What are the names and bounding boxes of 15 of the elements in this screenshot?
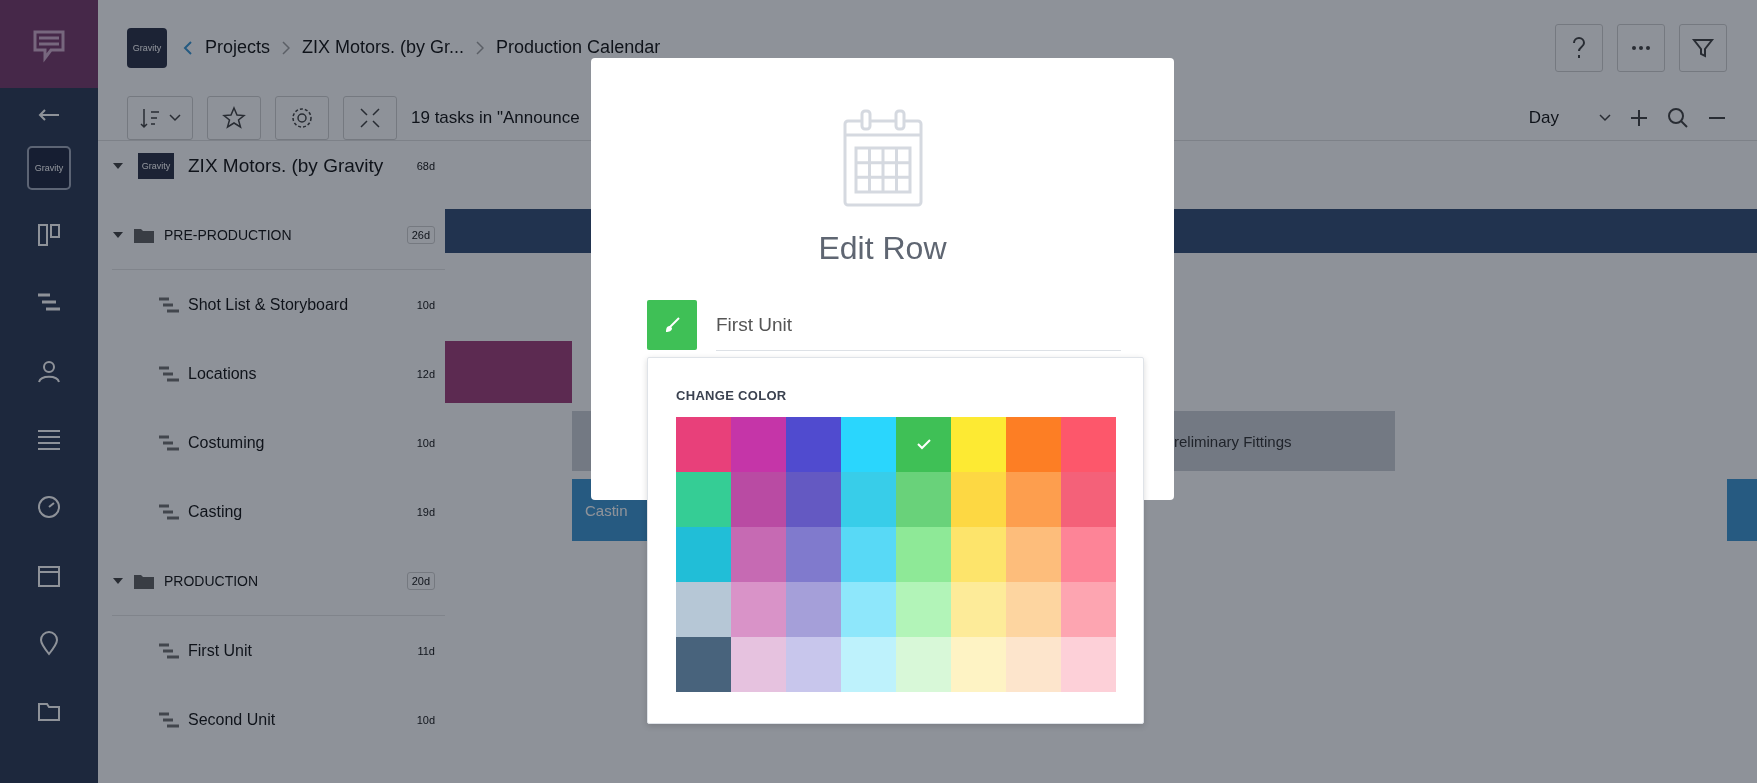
project-name: ZIX Motors. (by Gravity bbox=[188, 155, 384, 177]
task-count: 19 tasks in "Announce bbox=[411, 107, 580, 128]
duration-label: 20d bbox=[406, 571, 435, 590]
duration-label: 26d bbox=[406, 225, 435, 244]
duration-label: 10d bbox=[416, 298, 435, 311]
project-logo: Gravity bbox=[127, 27, 167, 68]
project-logo: Gravity bbox=[138, 153, 174, 179]
duration-label: 10d bbox=[416, 713, 435, 726]
duration-label: 10d bbox=[416, 436, 435, 449]
duration-label: 11d bbox=[417, 644, 435, 657]
duration-label: 68d bbox=[416, 160, 435, 172]
dropdown-heading: CHANGE COLOR bbox=[676, 388, 788, 403]
duration-label: 12d bbox=[416, 367, 435, 380]
duration-label: 19d bbox=[416, 505, 435, 518]
dialog-title: Edit Row bbox=[818, 230, 947, 267]
